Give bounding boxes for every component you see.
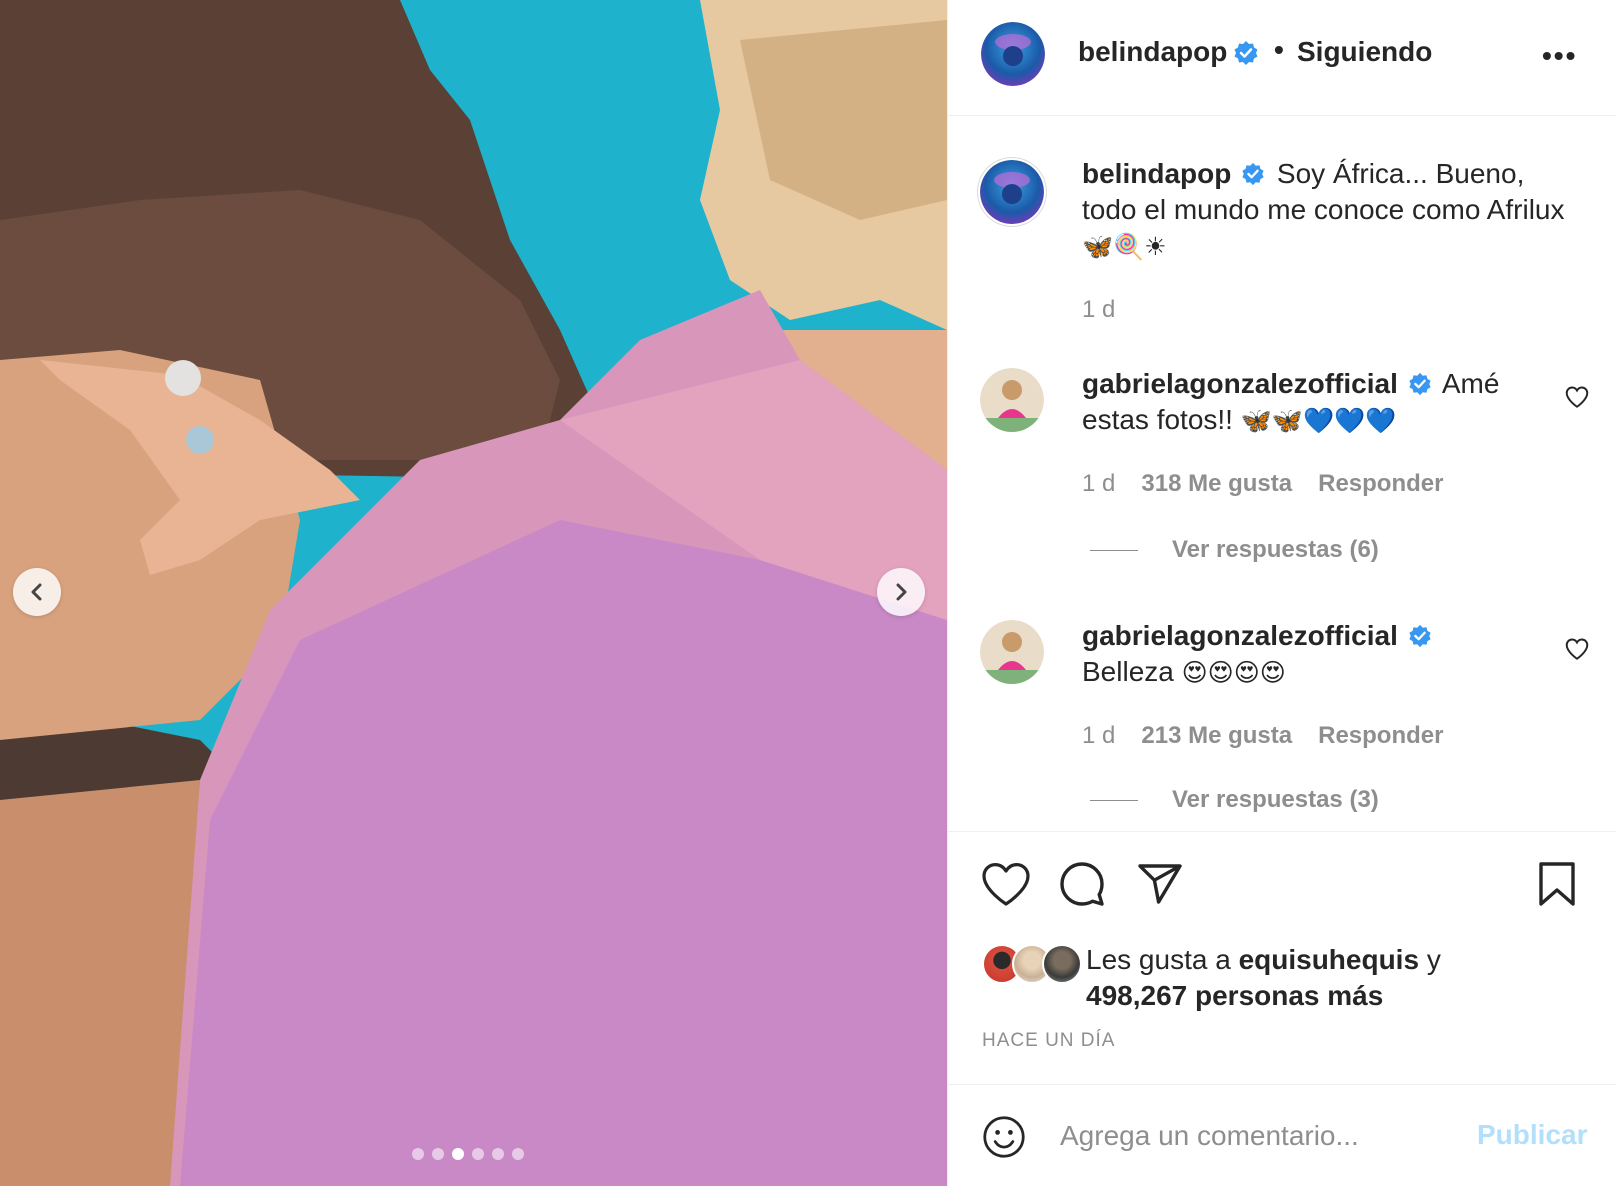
likes-prefix: Les gusta a (1086, 944, 1231, 975)
comment-username[interactable]: gabrielagonzalezofficial (1082, 620, 1398, 651)
caption-username[interactable]: belindapop (1082, 158, 1231, 189)
carousel-dot-active (452, 1148, 464, 1160)
liker-avatars[interactable] (982, 944, 1082, 984)
publish-button[interactable]: Publicar (1477, 1119, 1587, 1151)
comment-emojis: 🦋🦋💙💙💙 (1240, 406, 1397, 435)
liker-username[interactable]: equisuhequis (1239, 944, 1419, 975)
replies-divider (1090, 799, 1138, 801)
view-replies-button[interactable]: Ver respuestas (3) (1090, 786, 1379, 814)
comment-like-heart-icon[interactable] (1564, 636, 1590, 662)
comment-time[interactable]: 1 d (1082, 722, 1115, 750)
commenter-avatar[interactable] (980, 368, 1044, 432)
carousel-dot (512, 1148, 524, 1160)
post-action-bar (948, 860, 1616, 920)
comment-meta: 1 d 318 Me gusta Responder (1082, 470, 1443, 498)
comments-list[interactable]: belindapop Soy África... Bueno, todo el … (948, 116, 1616, 832)
post-side-panel: belindapop • Siguiendo ••• belindapop So… (947, 0, 1616, 1186)
verified-badge-icon (1409, 372, 1431, 395)
share-paper-plane-icon[interactable] (1136, 860, 1184, 908)
post-media[interactable] (0, 0, 947, 1186)
carousel-dot (472, 1148, 484, 1160)
verified-badge-icon (1234, 41, 1258, 65)
comment-likes-count[interactable]: 213 Me gusta (1141, 722, 1292, 750)
liker-avatar (1042, 944, 1082, 984)
comment-text: Belleza (1082, 656, 1174, 687)
header-separator: • (1274, 34, 1284, 65)
comment-username[interactable]: gabrielagonzalezofficial (1082, 368, 1398, 399)
emoji-smiley-icon[interactable] (982, 1115, 1026, 1159)
post-photo (0, 0, 947, 1186)
likes-text: Les gusta a equisuhequis y 498,267 perso… (1086, 942, 1566, 1014)
comment-input[interactable] (1058, 1113, 1442, 1159)
chevron-left-icon (31, 583, 42, 601)
comment-text-block: gabrielagonzalezofficial Amé estas fotos… (1082, 366, 1572, 439)
verified-badge-icon (1242, 162, 1264, 185)
instagram-post: belindapop • Siguiendo ••• belindapop So… (0, 0, 1616, 1186)
comment-likes-count[interactable]: 318 Me gusta (1141, 470, 1292, 498)
likes-conjunction: y (1426, 944, 1441, 975)
carousel-dot (492, 1148, 504, 1160)
more-options-icon[interactable]: ••• (1542, 40, 1577, 72)
caption-text-block: belindapop Soy África... Bueno, todo el … (1082, 156, 1572, 265)
likes-count[interactable]: 498,267 personas más (1086, 980, 1383, 1011)
caption-time[interactable]: 1 d (1082, 296, 1115, 324)
post-date[interactable]: HACE UN DÍA (982, 1030, 1115, 1052)
comment-emojis: 😍😍😍😍 (1181, 658, 1286, 687)
previous-slide-button[interactable] (13, 568, 61, 616)
reply-button[interactable]: Responder (1318, 722, 1443, 750)
verified-badge-icon (1409, 624, 1431, 647)
chevron-right-icon (896, 583, 907, 601)
post-header: belindapop • Siguiendo ••• (948, 0, 1616, 116)
carousel-dot (432, 1148, 444, 1160)
author-username[interactable]: belindapop (1078, 36, 1227, 68)
view-replies-label: Ver respuestas (6) (1172, 536, 1379, 563)
comment-bubble-icon[interactable] (1058, 860, 1106, 908)
next-slide-button[interactable] (877, 568, 925, 616)
carousel-indicator (412, 1148, 524, 1160)
commenter-avatar[interactable] (980, 620, 1044, 684)
view-replies-button[interactable]: Ver respuestas (6) (1090, 536, 1379, 564)
following-button[interactable]: Siguiendo (1297, 36, 1432, 68)
caption-meta: 1 d (1082, 296, 1115, 324)
caption-avatar[interactable] (980, 160, 1044, 224)
reply-button[interactable]: Responder (1318, 470, 1443, 498)
caption-emojis: 🦋🍭☀ (1082, 232, 1167, 261)
comment-meta: 1 d 213 Me gusta Responder (1082, 722, 1443, 750)
comment-time[interactable]: 1 d (1082, 470, 1115, 498)
carousel-dot (412, 1148, 424, 1160)
save-bookmark-icon[interactable] (1536, 860, 1578, 908)
add-comment-bar: Publicar (948, 1084, 1616, 1186)
replies-divider (1090, 549, 1138, 551)
comment-like-heart-icon[interactable] (1564, 384, 1590, 410)
author-avatar[interactable] (981, 22, 1045, 86)
comment-text-block: gabrielagonzalezofficial Belleza 😍😍😍😍 (1082, 618, 1572, 691)
view-replies-label: Ver respuestas (3) (1172, 786, 1379, 813)
like-heart-icon[interactable] (980, 860, 1032, 908)
